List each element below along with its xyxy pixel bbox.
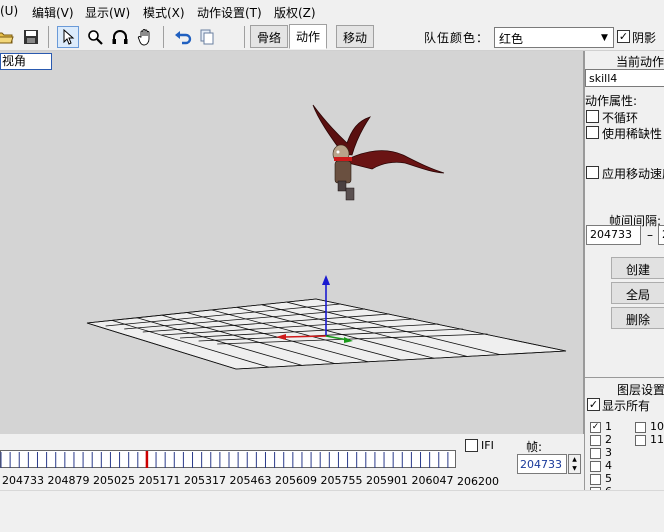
no-loop-label: 不循环 xyxy=(602,111,639,125)
layer-checkbox[interactable] xyxy=(590,461,601,472)
rotate-headphones-icon[interactable] xyxy=(109,26,131,48)
toolbar-separator xyxy=(244,26,245,48)
layer-label: 2 xyxy=(605,433,612,446)
layer-label: 5 xyxy=(605,472,612,485)
menu-bar: (U) 编辑(V) 显示(W) 模式(X) 动作设置(T) 版权(Z) xyxy=(0,0,664,24)
layer-settings-group: 图层设置 ✓ 显示所有 ✓1234567 1011 xyxy=(585,377,664,490)
timeline-ticks xyxy=(0,451,449,468)
layer-checkbox[interactable] xyxy=(590,435,601,446)
shadow-checkbox[interactable]: ✓ xyxy=(617,30,630,43)
layer-checkbox[interactable]: ✓ xyxy=(590,422,601,433)
timeline-tick-label: 205901 xyxy=(366,474,408,487)
shadow-label: 阴影 xyxy=(632,31,657,45)
timeline-tick-label: 205755 xyxy=(320,474,363,487)
menu-item-mode[interactable]: 模式(X) xyxy=(143,4,185,21)
create-button[interactable]: 创建 xyxy=(611,257,664,279)
use-sparse-label: 使用稀缺性 xyxy=(602,127,663,141)
scene-canvas xyxy=(86,104,567,370)
timeline-tick-label: 204879 xyxy=(47,474,90,487)
layer-checkbox[interactable] xyxy=(590,474,601,485)
layer-checkbox[interactable] xyxy=(635,435,646,446)
timeline-tick-label: 204733 xyxy=(2,474,44,487)
menu-item-edit[interactable]: 编辑(V) xyxy=(32,4,74,21)
tab-skeleton[interactable]: 骨络 xyxy=(250,25,289,48)
chevron-down-icon: ▼ xyxy=(601,32,608,43)
right-panel: 当前动作: skill4 动作属性: 不循环 使用稀缺性 应用移动速度 帧间间隔… xyxy=(584,51,664,490)
show-all-checkbox[interactable]: ✓ xyxy=(587,398,600,411)
character-model xyxy=(312,104,445,201)
timeline-tick-label: 205317 xyxy=(184,474,226,487)
menu-item-action-settings[interactable]: 动作设置(T) xyxy=(197,4,262,21)
status-bar xyxy=(0,490,664,532)
timeline-tick-label: 206200 xyxy=(457,475,499,488)
global-button[interactable]: 全局 xyxy=(611,282,664,304)
select-arrow-icon[interactable] xyxy=(57,26,79,48)
menu-item-display[interactable]: 显示(W) xyxy=(85,4,130,21)
menu-item-u[interactable]: (U) xyxy=(0,4,18,18)
timeline-tick-label: 206047 xyxy=(411,474,454,487)
zoom-icon[interactable] xyxy=(84,26,106,48)
team-color-label: 队伍颜色： xyxy=(424,31,490,45)
open-folder-icon[interactable] xyxy=(0,26,16,48)
pan-hand-icon[interactable] xyxy=(134,26,156,48)
timeline-panel: 204733 204879 205025 205171 205317 205463 2056… xyxy=(0,434,584,490)
use-sparse-checkbox[interactable] xyxy=(586,126,599,139)
team-color-value: 红色 xyxy=(499,32,524,46)
copy-icon[interactable] xyxy=(196,26,218,48)
frame-interval-end-input[interactable]: 2 xyxy=(658,225,664,245)
timeline-tick-label: 205025 xyxy=(93,474,135,487)
tab-action[interactable]: 动作 xyxy=(289,24,328,49)
layer-label: 11 xyxy=(650,433,664,446)
timeline-tick-label: 205171 xyxy=(138,474,181,487)
layer-settings-label: 图层设置 xyxy=(617,383,664,397)
menu-item-copyright[interactable]: 版权(Z) xyxy=(274,4,316,21)
current-action-field[interactable]: skill4 xyxy=(585,69,664,87)
frame-interval-separator: – xyxy=(647,228,653,242)
no-loop-checkbox[interactable] xyxy=(586,110,599,123)
frame-spinner[interactable]: ▲ ▼ xyxy=(568,454,581,474)
timeline-ruler[interactable] xyxy=(0,450,456,468)
frame-interval-start-input[interactable]: 204733 xyxy=(586,225,641,245)
delete-button[interactable]: 删除 xyxy=(611,307,664,329)
show-all-label: 显示所有 xyxy=(602,399,651,413)
action-props-label: 动作属性: xyxy=(585,94,638,108)
current-action-label: 当前动作: xyxy=(616,55,664,69)
layer-checkbox[interactable] xyxy=(590,448,601,459)
layer-label: 3 xyxy=(605,446,612,459)
layer-label: 10 xyxy=(650,420,664,433)
3d-viewport[interactable]: 视角 xyxy=(0,51,584,434)
frame-input[interactable]: 204733 xyxy=(517,454,567,474)
layer-checkbox[interactable] xyxy=(635,422,646,433)
layer-label: 1 xyxy=(605,420,612,433)
team-color-select[interactable]: 红色 ▼ xyxy=(494,27,614,48)
frame-label: 帧: xyxy=(526,440,543,454)
timeline-tick-label: 205463 xyxy=(229,474,272,487)
ifi-label: IFI xyxy=(481,439,494,452)
undo-icon[interactable] xyxy=(172,26,194,48)
tab-move[interactable]: 移动 xyxy=(336,25,375,48)
apply-move-speed-label: 应用移动速度 xyxy=(602,167,664,181)
ifi-checkbox[interactable] xyxy=(465,439,478,452)
toolbar-separator xyxy=(163,26,164,48)
timeline-tick-label: 205609 xyxy=(275,474,317,487)
layer-label: 4 xyxy=(605,459,612,472)
toolbar-separator xyxy=(48,26,49,48)
save-icon[interactable] xyxy=(20,26,42,48)
toolbar: 骨络 动作 移动 队伍颜色： 红色 ▼ ✓ 阴影 xyxy=(0,24,664,51)
apply-move-speed-checkbox[interactable] xyxy=(586,166,599,179)
